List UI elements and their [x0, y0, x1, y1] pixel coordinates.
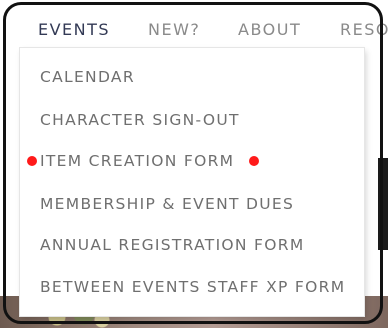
nav-item-about[interactable]: ABOUT: [238, 20, 301, 39]
menu-item-annual-registration-form[interactable]: ANNUAL REGISTRATION FORM: [40, 236, 305, 254]
browser-viewport: EVENTS NEW? ABOUT RESO CALENDAR CHARACTE…: [0, 0, 388, 328]
menu-item-calendar[interactable]: CALENDAR: [40, 68, 135, 86]
highlight-marker-right: [249, 156, 259, 166]
menu-item-between-events-staff-xp-form[interactable]: BETWEEN EVENTS STAFF XP FORM: [40, 278, 345, 296]
nav-item-new[interactable]: NEW?: [148, 20, 200, 39]
nav-item-events[interactable]: EVENTS: [38, 20, 110, 39]
page-dark-panel: [378, 158, 388, 250]
nav-item-resources[interactable]: RESO: [340, 20, 388, 39]
events-dropdown-menu: CALENDAR CHARACTER SIGN-OUT ITEM CREATIO…: [20, 48, 364, 316]
menu-item-item-creation-form[interactable]: ITEM CREATION FORM: [40, 152, 234, 170]
main-navigation: EVENTS NEW? ABOUT RESO: [0, 0, 388, 48]
highlight-marker-left: [27, 156, 37, 166]
menu-item-membership-event-dues[interactable]: MEMBERSHIP & EVENT DUES: [40, 195, 294, 213]
menu-item-character-sign-out[interactable]: CHARACTER SIGN-OUT: [40, 111, 240, 129]
